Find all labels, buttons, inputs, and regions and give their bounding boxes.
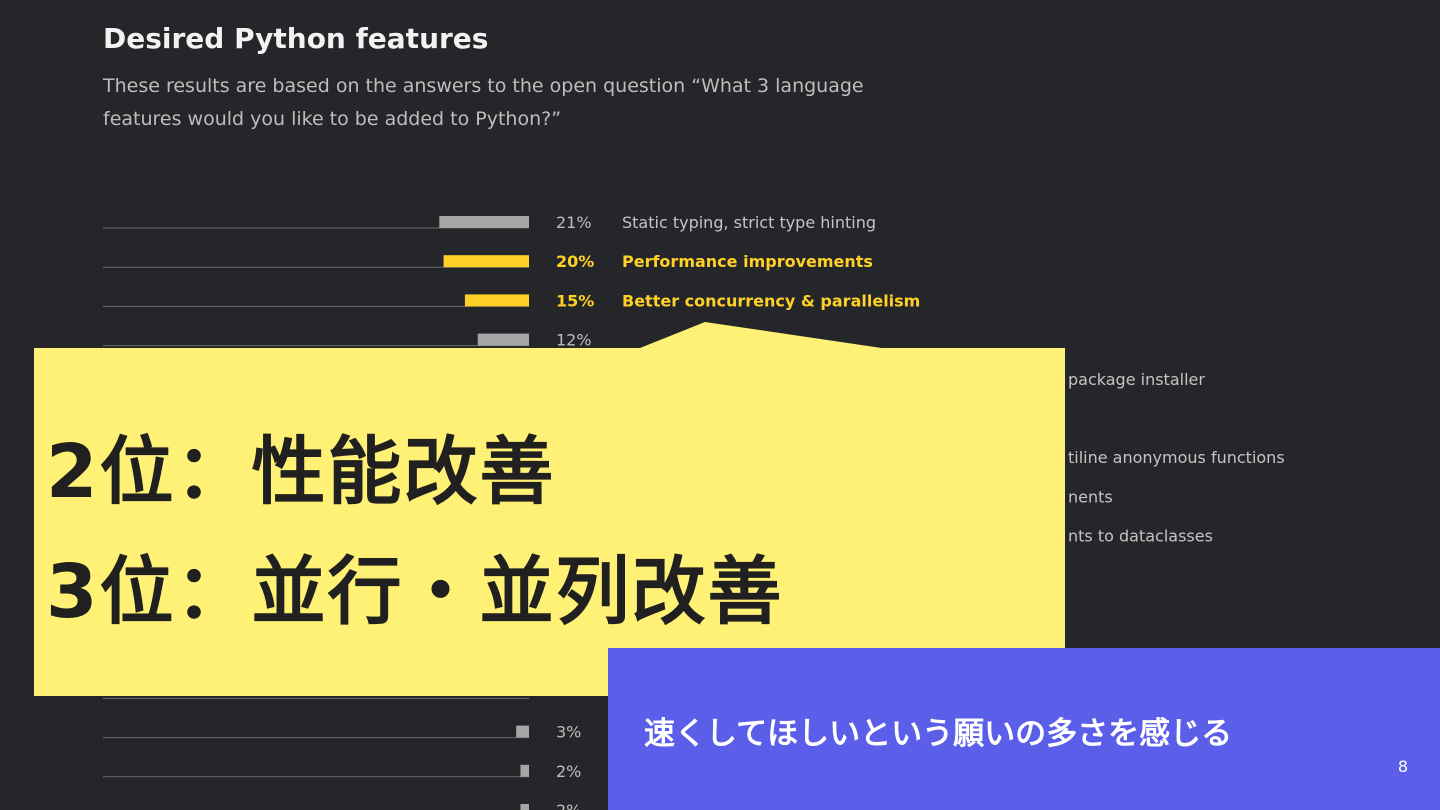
banner-text: 速くしてほしいという願いの多さを感じる <box>644 716 1233 752</box>
bar-category-label: Better concurrency & parallelism <box>622 291 920 310</box>
bar <box>516 725 529 738</box>
callout-rank-2: 2位：性能改善 <box>46 429 556 515</box>
page-number: 8 <box>1397 757 1408 776</box>
bar <box>520 804 529 810</box>
bar-value-label: 15% <box>556 291 594 310</box>
bar-value-label: 21% <box>556 213 592 232</box>
bar-category-label: Performance improvements <box>622 252 873 271</box>
bar-category-label: package installer <box>1068 370 1205 389</box>
bar-category-label: nents <box>1068 487 1113 506</box>
bar-value-label: 12% <box>556 331 592 350</box>
callout-box: 2位：性能改善 3位：並行・並列改善 <box>34 322 1065 696</box>
callout-rank-3: 3位：並行・並列改善 <box>46 549 784 635</box>
bar-value-label: 3% <box>556 723 581 742</box>
bar-value-label: 2% <box>556 801 581 810</box>
bar <box>520 764 529 777</box>
bar-category-label: tiline anonymous functions <box>1068 448 1285 467</box>
callout-tail <box>635 322 895 350</box>
bar-category-label: nts to dataclasses <box>1068 527 1213 546</box>
bar <box>477 333 529 346</box>
bar-category-label: Static typing, strict type hinting <box>622 213 876 232</box>
bar-value-label: 20% <box>556 252 594 271</box>
bar <box>443 255 529 268</box>
bar-value-label: 2% <box>556 762 581 781</box>
bar <box>464 294 529 307</box>
bar <box>439 216 529 228</box>
summary-banner: 速くしてほしいという願いの多さを感じる 8 <box>608 648 1440 810</box>
